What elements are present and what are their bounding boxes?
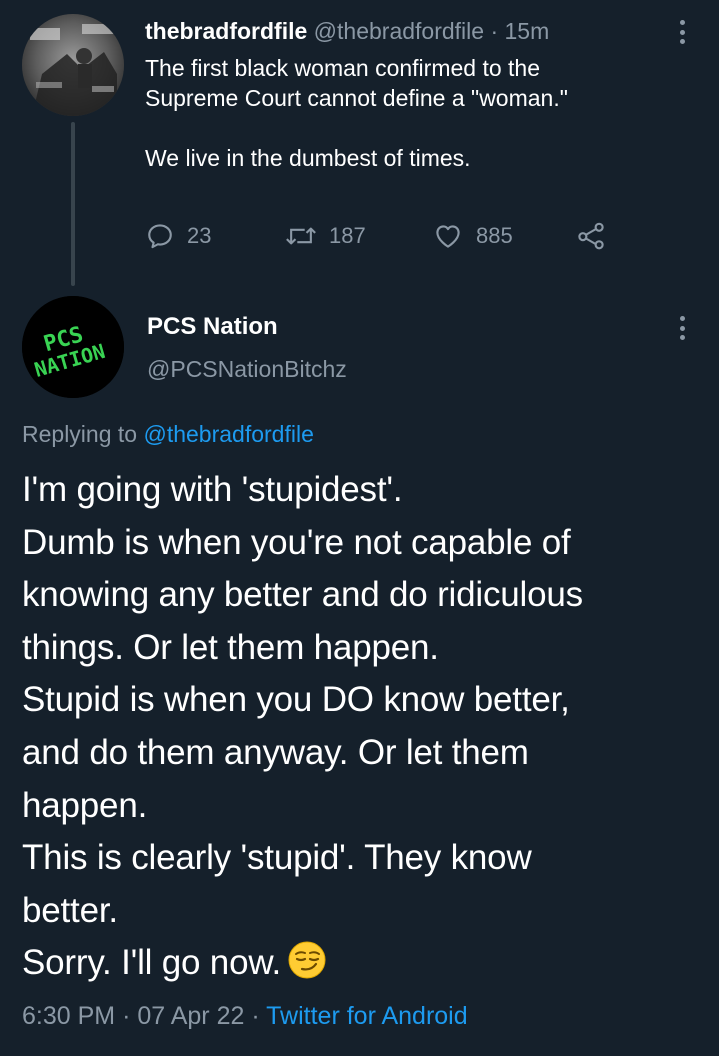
more-options-button[interactable] xyxy=(672,18,692,46)
more-icon xyxy=(672,314,692,340)
user-handle[interactable]: @PCSNationBitchz xyxy=(147,352,347,386)
tweet-meta: 6:30 PM · 07 Apr 22 · Twitter for Androi… xyxy=(22,999,468,1033)
user-handle[interactable]: @thebradfordfile xyxy=(314,18,484,44)
avatar[interactable] xyxy=(22,14,124,116)
tweet-text-line: The first black woman confirmed to the xyxy=(145,55,540,81)
share-icon xyxy=(578,222,604,250)
tweet-text-line: Stupid is when you DO know better, xyxy=(22,680,570,720)
mention-link[interactable]: @thebradfordfile xyxy=(143,421,313,447)
thread-connector-line xyxy=(71,122,75,286)
tweet-time[interactable]: 6:30 PM xyxy=(22,1002,115,1030)
tweet-text-line: things. Or let them happen. xyxy=(22,627,439,667)
tweet-header: thebradfordfile @thebradfordfile · 15m xyxy=(145,16,549,46)
tweet-actions: 23 187 885 xyxy=(145,218,625,254)
tweet-text-line: Sorry. I'll go now. xyxy=(22,943,282,983)
retweet-icon xyxy=(286,227,316,245)
avatar[interactable]: PCS NATION xyxy=(22,296,124,398)
share-button[interactable] xyxy=(575,218,607,254)
separator-dot: · xyxy=(490,18,499,44)
reply-icon xyxy=(148,224,172,249)
avatar-photo xyxy=(22,14,124,116)
like-count: 885 xyxy=(476,223,513,248)
tweet-text-line: Dumb is when you're not capable of xyxy=(22,522,571,562)
display-name[interactable]: PCS Nation xyxy=(147,310,278,344)
tweet-text-line: knowing any better and do ridiculous xyxy=(22,575,583,615)
retweet-count: 187 xyxy=(329,223,366,248)
tweet-text-line: We live in the dumbest of times. xyxy=(145,145,471,171)
tweet-text: I'm going with 'stupidest'. Dumb is when… xyxy=(22,464,712,990)
separator-dot: · xyxy=(251,1002,260,1030)
avatar-logo: PCS NATION xyxy=(22,296,124,398)
separator-dot: · xyxy=(122,1002,131,1030)
more-options-button[interactable] xyxy=(672,314,692,342)
tweet-text-line: This is clearly 'stupid'. They know xyxy=(22,838,532,878)
tweet-text-line xyxy=(145,113,695,143)
display-name[interactable]: thebradfordfile xyxy=(145,18,307,44)
like-button[interactable]: 885 xyxy=(432,218,513,254)
tweet-text-line: better. xyxy=(22,890,118,930)
replying-prefix: Replying to xyxy=(22,421,138,447)
smirking-face-emoji-icon xyxy=(288,941,326,979)
tweet-text-line-last: Sorry. I'll go now. xyxy=(22,937,712,990)
replying-to: Replying to @thebradfordfile xyxy=(22,418,314,450)
tweet-text-line: happen. xyxy=(22,785,148,825)
tweet-date[interactable]: 07 Apr 22 xyxy=(137,1002,244,1030)
tweet-text-line: and do them anyway. Or let them xyxy=(22,732,529,772)
reply-count: 23 xyxy=(187,223,212,248)
parent-tweet[interactable]: thebradfordfile @thebradfordfile · 15m T… xyxy=(0,0,719,290)
tweet-text: The first black woman confirmed to the S… xyxy=(145,53,695,173)
tweet-text-line: Supreme Court cannot define a "woman." xyxy=(145,85,568,111)
reply-tweet[interactable]: PCS NATION PCS Nation @PCSNationBitchz R… xyxy=(0,290,719,1056)
heart-icon xyxy=(436,225,460,248)
reply-button[interactable]: 23 xyxy=(145,218,211,254)
more-icon xyxy=(672,18,692,44)
tweet-source-link[interactable]: Twitter for Android xyxy=(266,1002,467,1030)
retweet-button[interactable]: 187 xyxy=(285,218,366,254)
tweet-time[interactable]: 15m xyxy=(505,18,550,44)
tweet-text-line: I'm going with 'stupidest'. xyxy=(22,470,403,509)
